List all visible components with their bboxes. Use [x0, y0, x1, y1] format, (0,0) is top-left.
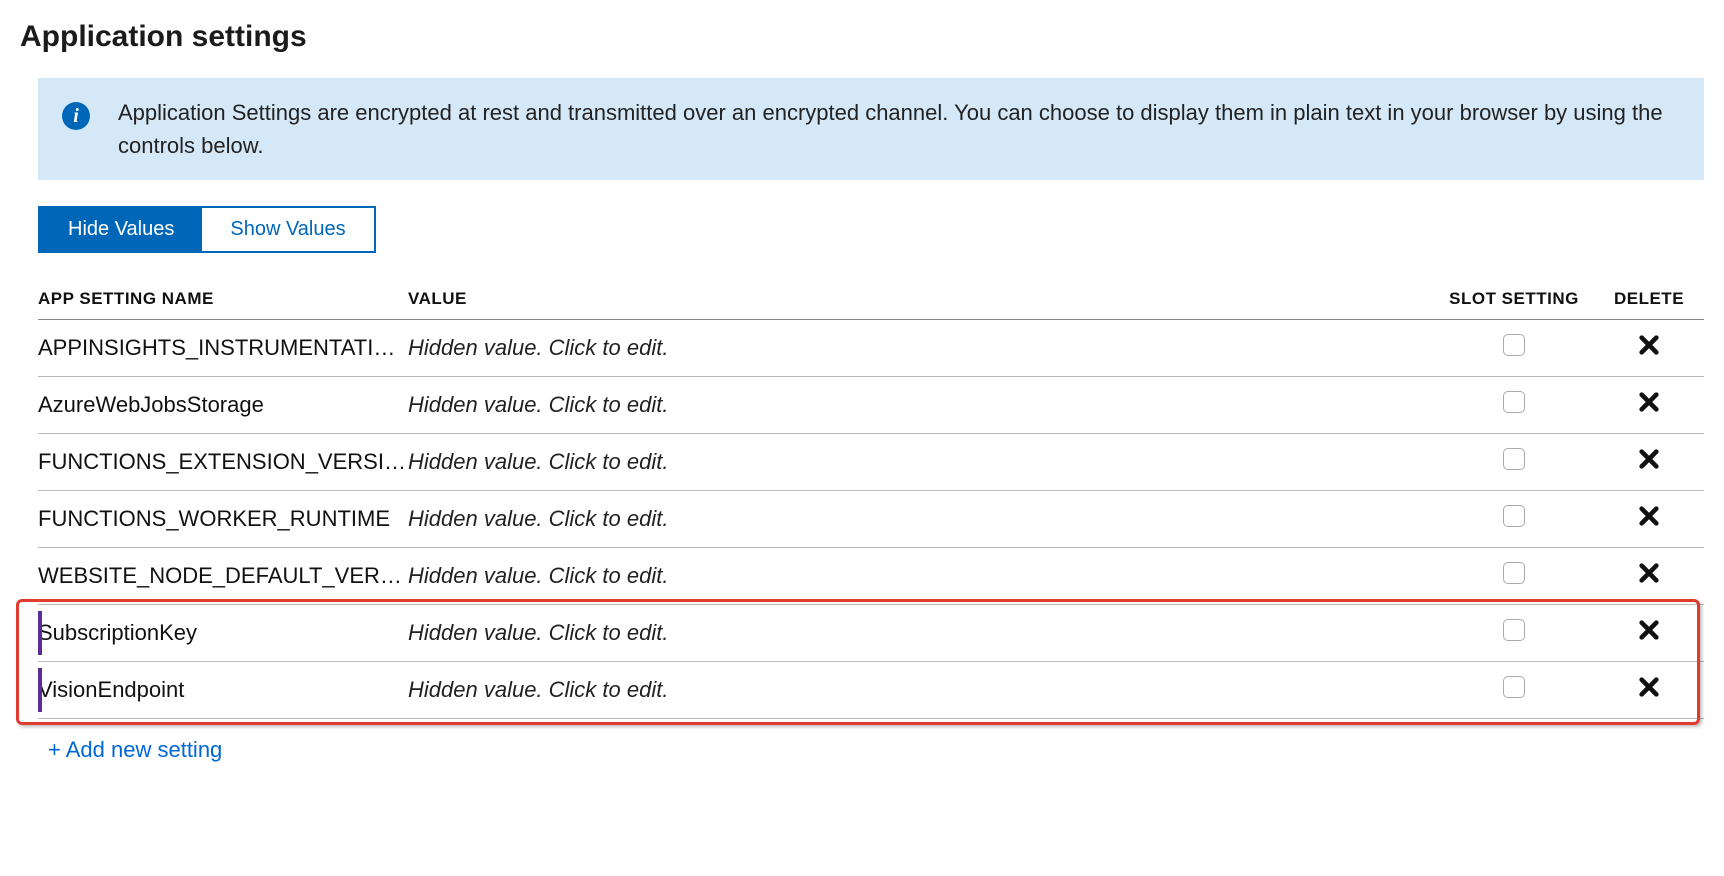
delete-cell [1594, 320, 1704, 377]
hide-values-button[interactable]: Hide Values [40, 208, 202, 251]
slot-setting-cell [1434, 491, 1594, 548]
delete-cell [1594, 377, 1704, 434]
table-row: FUNCTIONS_EXTENSION_VERSI…Hidden value. … [38, 434, 1704, 491]
delete-icon[interactable] [1638, 391, 1660, 413]
delete-icon[interactable] [1638, 562, 1660, 584]
slot-setting-checkbox[interactable] [1503, 334, 1525, 356]
setting-value[interactable]: Hidden value. Click to edit. [408, 605, 1434, 662]
page-title: Application settings [20, 20, 1704, 54]
table-row: VisionEndpointHidden value. Click to edi… [38, 662, 1704, 719]
info-banner: i Application Settings are encrypted at … [38, 78, 1704, 180]
column-header-value[interactable]: Value [408, 281, 1434, 320]
delete-cell [1594, 491, 1704, 548]
delete-icon[interactable] [1638, 334, 1660, 356]
show-values-button[interactable]: Show Values [202, 208, 373, 251]
delete-cell [1594, 434, 1704, 491]
table-row: APPINSIGHTS_INSTRUMENTATI…Hidden value. … [38, 320, 1704, 377]
info-banner-text: Application Settings are encrypted at re… [118, 96, 1680, 162]
table-row: AzureWebJobsStorageHidden value. Click t… [38, 377, 1704, 434]
delete-cell [1594, 548, 1704, 605]
slot-setting-cell [1434, 377, 1594, 434]
add-new-setting-link[interactable]: + Add new setting [48, 737, 222, 763]
column-header-slot[interactable]: Slot Setting [1434, 281, 1594, 320]
setting-name[interactable]: AzureWebJobsStorage [38, 377, 408, 434]
slot-setting-cell [1434, 605, 1594, 662]
delete-cell [1594, 605, 1704, 662]
app-settings-table: App Setting Name Value Slot Setting Dele… [38, 281, 1704, 719]
setting-value[interactable]: Hidden value. Click to edit. [408, 434, 1434, 491]
slot-setting-cell [1434, 434, 1594, 491]
values-visibility-toggle: Hide Values Show Values [38, 206, 376, 253]
setting-value[interactable]: Hidden value. Click to edit. [408, 662, 1434, 719]
delete-cell [1594, 662, 1704, 719]
setting-value[interactable]: Hidden value. Click to edit. [408, 377, 1434, 434]
setting-value[interactable]: Hidden value. Click to edit. [408, 491, 1434, 548]
slot-setting-checkbox[interactable] [1503, 391, 1525, 413]
setting-name[interactable]: VisionEndpoint [38, 662, 408, 719]
column-header-delete[interactable]: Delete [1594, 281, 1704, 320]
delete-icon[interactable] [1638, 676, 1660, 698]
delete-icon[interactable] [1638, 448, 1660, 470]
setting-name[interactable]: FUNCTIONS_WORKER_RUNTIME [38, 491, 408, 548]
table-row: SubscriptionKeyHidden value. Click to ed… [38, 605, 1704, 662]
slot-setting-cell [1434, 548, 1594, 605]
setting-name[interactable]: SubscriptionKey [38, 605, 408, 662]
setting-value[interactable]: Hidden value. Click to edit. [408, 320, 1434, 377]
slot-setting-checkbox[interactable] [1503, 676, 1525, 698]
slot-setting-cell [1434, 662, 1594, 719]
delete-icon[interactable] [1638, 619, 1660, 641]
table-row: FUNCTIONS_WORKER_RUNTIMEHidden value. Cl… [38, 491, 1704, 548]
slot-setting-cell [1434, 320, 1594, 377]
setting-name[interactable]: WEBSITE_NODE_DEFAULT_VER… [38, 548, 408, 605]
setting-name[interactable]: APPINSIGHTS_INSTRUMENTATI… [38, 320, 408, 377]
table-row: WEBSITE_NODE_DEFAULT_VER…Hidden value. C… [38, 548, 1704, 605]
info-icon: i [62, 102, 90, 130]
slot-setting-checkbox[interactable] [1503, 505, 1525, 527]
setting-name[interactable]: FUNCTIONS_EXTENSION_VERSI… [38, 434, 408, 491]
delete-icon[interactable] [1638, 505, 1660, 527]
column-header-name[interactable]: App Setting Name [38, 281, 408, 320]
setting-value[interactable]: Hidden value. Click to edit. [408, 548, 1434, 605]
slot-setting-checkbox[interactable] [1503, 562, 1525, 584]
slot-setting-checkbox[interactable] [1503, 448, 1525, 470]
slot-setting-checkbox[interactable] [1503, 619, 1525, 641]
